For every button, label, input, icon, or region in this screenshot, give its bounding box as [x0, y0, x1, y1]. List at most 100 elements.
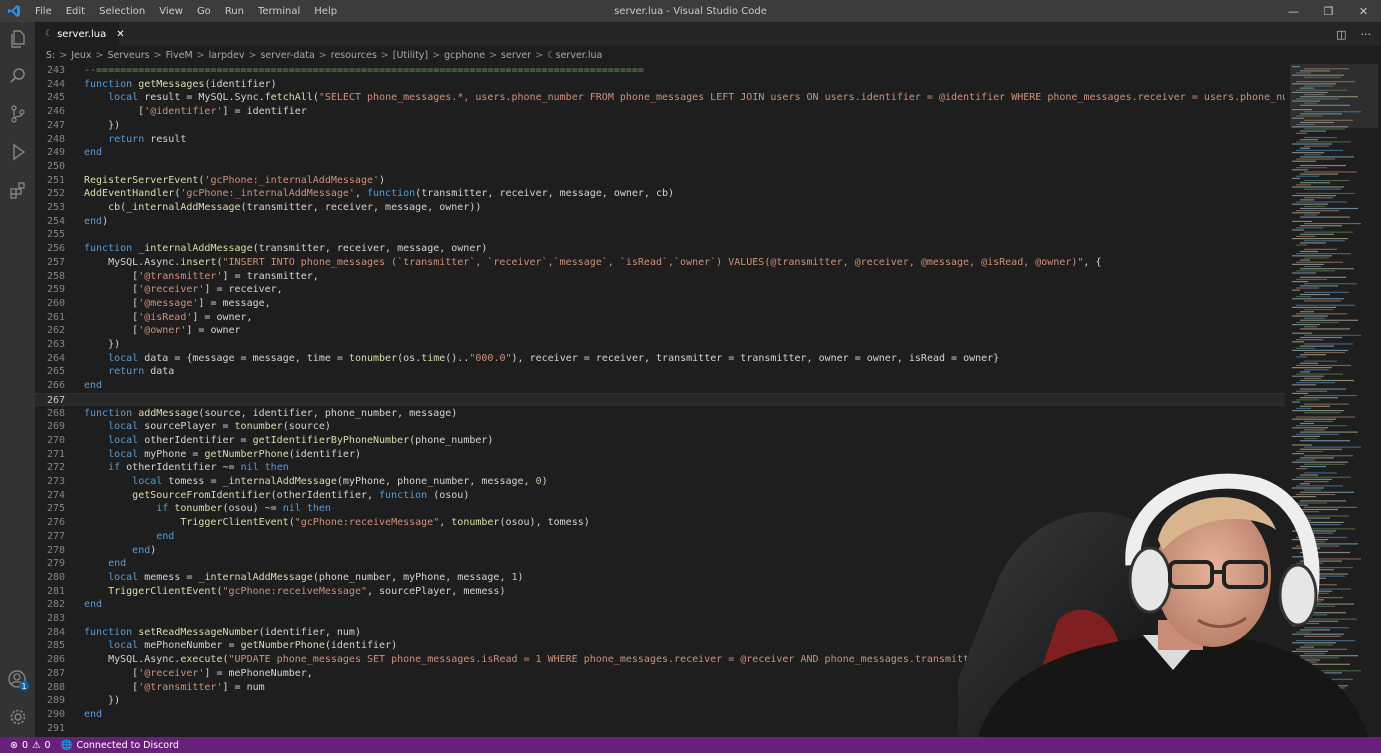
menu-item-file[interactable]: File [28, 6, 59, 17]
minimap-line [1296, 373, 1343, 375]
menu-item-edit[interactable]: Edit [59, 6, 92, 17]
minimize-icon[interactable]: — [1276, 0, 1311, 22]
minimap-line [1304, 214, 1317, 216]
maximize-icon[interactable]: ❐ [1311, 0, 1346, 22]
line-number: 252 [46, 188, 65, 200]
menu-item-help[interactable]: Help [307, 6, 344, 17]
minimap-line [1292, 410, 1344, 412]
code-line[interactable]: 265 return data [35, 365, 1285, 379]
line-number: 250 [46, 160, 65, 172]
minimap-line [1296, 167, 1327, 169]
code-line[interactable]: 255 [35, 228, 1285, 242]
split-editor-icon[interactable]: ◫ [1336, 28, 1346, 41]
code-line[interactable]: 260 ['@message'] = message, [35, 297, 1285, 311]
code-line[interactable]: 251 RegisterServerEvent('gcPhone:_interna… [35, 174, 1285, 188]
line-number: 262 [46, 325, 65, 337]
code-text: ['@transmitter'] = num [84, 681, 265, 693]
error-count: 0 [21, 739, 29, 751]
breadcrumb-item[interactable]: gcphone [444, 50, 485, 61]
menu-item-view[interactable]: View [152, 6, 190, 17]
code-line[interactable]: 271 local myPhone = getNumberPhone(ident… [35, 448, 1285, 462]
breadcrumb-item[interactable]: server.lua [556, 50, 603, 61]
minimap-line [1304, 308, 1333, 311]
problems-indicator[interactable]: ⊗ 0 ⚠ 0 [10, 740, 51, 751]
menu-item-terminal[interactable]: Terminal [251, 6, 307, 17]
line-number: 277 [46, 530, 65, 542]
code-line[interactable]: 245 local result = MySQL.Sync.fetchAll("… [35, 91, 1285, 105]
account-badge: 1 [21, 682, 26, 691]
breadcrumb-item[interactable]: Serveurs [107, 50, 149, 61]
code-line[interactable]: 268 function addMessage(source, identifie… [35, 407, 1285, 421]
code-line[interactable]: 252 AddEventHandler('gcPhone:_internalAdd… [35, 187, 1285, 201]
minimap-line [1292, 152, 1324, 154]
menu-item-run[interactable]: Run [218, 6, 251, 17]
code-line[interactable]: 247 }) [35, 119, 1285, 133]
more-actions-icon[interactable]: ··· [1361, 28, 1372, 41]
code-line[interactable]: 244 function getMessages(identifier) [35, 78, 1285, 92]
code-line[interactable]: 269 local sourcePlayer = tonumber(source… [35, 420, 1285, 434]
breadcrumb-item[interactable]: larpdev [209, 50, 245, 61]
code-line[interactable]: 250 [35, 160, 1285, 174]
code-line[interactable]: 270 local otherIdentifier = getIdentifie… [35, 434, 1285, 448]
breadcrumb-item[interactable]: FiveM [166, 50, 193, 61]
minimap-line [1292, 453, 1304, 455]
menu-item-go[interactable]: Go [190, 6, 218, 17]
minimap-line [1304, 420, 1333, 422]
minimap-line [1300, 268, 1354, 270]
line-number: 256 [46, 243, 65, 255]
settings-gear-icon[interactable] [5, 704, 30, 729]
minimap-line [1300, 440, 1350, 442]
code-line[interactable]: 246 ['@identifier'] = identifier [35, 105, 1285, 119]
code-line[interactable]: 248 return result [35, 133, 1285, 147]
code-text: end [84, 147, 103, 159]
minimap-line [1292, 229, 1304, 231]
code-line[interactable]: 257 MySQL.Async.insert("INSERT INTO phon… [35, 256, 1285, 270]
breadcrumb-item[interactable]: [Utility] [393, 50, 428, 61]
breadcrumb-separator-icon: > [318, 49, 327, 61]
code-line[interactable]: 261 ['@isRead'] = owner, [35, 311, 1285, 325]
minimap-line [1300, 328, 1350, 330]
explorer-icon[interactable] [5, 26, 30, 51]
code-line[interactable]: 254 end) [35, 215, 1285, 229]
breadcrumb-item[interactable]: Jeux [71, 50, 91, 61]
code-line[interactable]: 243 --===================================… [35, 64, 1285, 78]
line-number: 281 [46, 585, 65, 597]
close-icon[interactable]: ✕ [1346, 0, 1381, 22]
account-icon[interactable]: 1 [5, 667, 30, 692]
source-control-icon[interactable] [5, 101, 30, 126]
code-line[interactable]: 264 local data = {message = message, tim… [35, 352, 1285, 366]
breadcrumb-item[interactable]: server-data [260, 50, 314, 61]
minimap-line [1300, 156, 1354, 158]
minimap-slider[interactable] [1290, 64, 1378, 128]
minimap-line [1304, 197, 1333, 199]
line-number: 276 [46, 517, 65, 529]
run-debug-icon[interactable] [5, 139, 30, 164]
code-line[interactable]: 256 function _internalAddMessage(transmit… [35, 242, 1285, 256]
code-text: ['@receiver'] = receiver, [84, 284, 283, 296]
minimap-line [1304, 179, 1349, 182]
tab-server-lua[interactable]: ☾ server.lua ✕ [35, 22, 125, 46]
code-line[interactable]: 262 ['@owner'] = owner [35, 324, 1285, 338]
code-line[interactable]: 259 ['@receiver'] = receiver, [35, 283, 1285, 297]
minimap-line [1292, 384, 1316, 386]
minimap-line [1304, 317, 1325, 319]
breadcrumb-separator-icon: > [432, 49, 441, 61]
code-line[interactable]: 263 }) [35, 338, 1285, 352]
code-line[interactable]: 258 ['@transmitter'] = transmitter, [35, 270, 1285, 284]
code-line[interactable]: 267 [35, 392, 1285, 407]
extensions-icon[interactable] [5, 177, 30, 202]
minimap-line [1300, 371, 1310, 373]
breadcrumb-item[interactable]: S: [46, 50, 55, 61]
code-text: local tomess = _internalAddMessage(myPho… [132, 476, 548, 487]
code-line[interactable]: 253 cb(_internalAddMessage(transmitter, … [35, 201, 1285, 215]
minimap-line [1304, 283, 1357, 285]
code-line[interactable]: 249 end [35, 146, 1285, 160]
code-line[interactable]: 266 end [35, 379, 1285, 393]
breadcrumb-item[interactable]: resources [331, 50, 377, 61]
search-icon[interactable] [5, 63, 30, 88]
breadcrumb-item[interactable]: server [501, 50, 531, 61]
discord-status[interactable]: 🌐 Connected to Discord [61, 740, 179, 751]
menu-item-selection[interactable]: Selection [92, 6, 152, 17]
close-tab-icon[interactable]: ✕ [116, 29, 124, 40]
minimap-line [1296, 425, 1347, 427]
